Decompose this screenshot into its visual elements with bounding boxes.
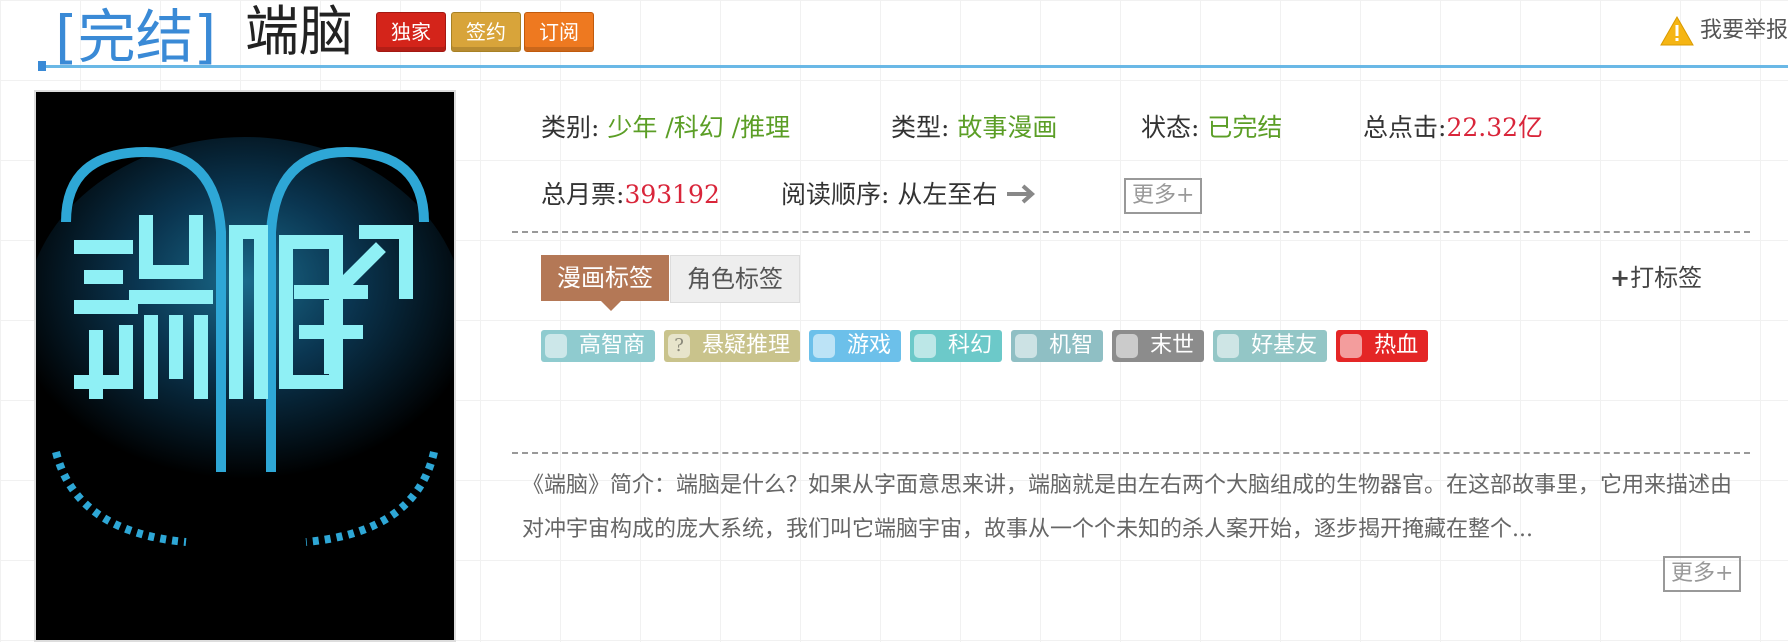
category-row: 类别: 少年 /科幻 /推理: [541, 108, 790, 144]
category-label: 类别:: [541, 113, 600, 142]
report-link[interactable]: 我要举报: [1660, 12, 1788, 46]
status-value: 已完结: [1207, 113, 1283, 142]
completion-status-label: [完结]: [55, 3, 217, 71]
total-clicks-label: 总点击:: [1363, 113, 1447, 142]
tag-game[interactable]: 游戏: [809, 330, 902, 362]
category-value[interactable]: 少年 /科幻 /推理: [607, 113, 790, 142]
add-tag-button[interactable]: +打标签: [1610, 258, 1702, 293]
atom-icon: [914, 334, 937, 358]
status-label: 状态:: [1141, 113, 1200, 142]
tag-list: 高智商 ? 悬疑推理 游戏 科幻 机智 末世 好基友 热血: [541, 330, 1429, 362]
gamepad-icon: [813, 334, 836, 358]
cover-image[interactable]: [34, 90, 456, 642]
total-clicks-row: 总点击:22.32亿: [1363, 108, 1543, 144]
explosion-icon: [1116, 334, 1139, 358]
plus-icon: +: [1610, 263, 1631, 292]
reading-order-label: 阅读顺序:: [781, 180, 890, 209]
tag-mystery[interactable]: ? 悬疑推理: [664, 330, 801, 362]
blood-drop-icon: [1340, 334, 1363, 358]
tag-label: 悬疑推理: [702, 333, 791, 358]
tag-label: 热血: [1374, 333, 1419, 358]
info-more-button[interactable]: 更多+: [1124, 178, 1203, 214]
tag-scifi[interactable]: 科幻: [910, 330, 1003, 362]
header-divider: [38, 61, 1788, 71]
tag-high-iq[interactable]: 高智商: [541, 330, 656, 362]
add-tag-label: 打标签: [1630, 264, 1703, 292]
synopsis-more-button[interactable]: 更多+: [1663, 556, 1742, 592]
report-label: 我要举报: [1699, 18, 1788, 43]
synopsis-text: 《端脑》简介：端脑是什么？如果从字面意思来讲，端脑就是由左右两个大脑组成的生物器…: [522, 473, 1733, 542]
status-row: 状态: 已完结: [1141, 108, 1282, 144]
info-more-row: 更多+: [1124, 178, 1203, 214]
friends-icon: [1217, 334, 1240, 358]
tag-label: 好基友: [1251, 333, 1318, 358]
warning-icon: [1660, 15, 1694, 46]
reading-order-row: 阅读顺序: 从左至右: [781, 175, 1037, 212]
subscribe-badge[interactable]: 订阅: [524, 12, 594, 52]
dashed-divider-bottom: [512, 452, 1750, 454]
head-icon: [1015, 334, 1038, 358]
brain-icon: [545, 334, 567, 358]
type-row: 类型: 故事漫画: [891, 108, 1057, 144]
tag-label: 科幻: [948, 333, 993, 358]
arrow-right-icon: [1005, 182, 1037, 212]
reading-order-value: 从左至右: [897, 180, 998, 209]
tag-bromance[interactable]: 好基友: [1213, 330, 1328, 362]
tag-label: 游戏: [847, 333, 892, 358]
monthly-tickets-label: 总月票:: [541, 180, 625, 209]
tag-clever[interactable]: 机智: [1011, 330, 1104, 362]
dashed-divider-top: [512, 231, 1750, 233]
monthly-tickets-value: 393192: [624, 180, 720, 209]
tag-apocalypse[interactable]: 末世: [1112, 330, 1205, 362]
comic-title: 端脑: [245, 0, 353, 63]
tab-comic-tags[interactable]: 漫画标签: [541, 255, 669, 311]
tag-label: 末世: [1150, 333, 1195, 358]
tag-hot-blooded[interactable]: 热血: [1336, 330, 1429, 362]
exclusive-badge: 独家: [376, 12, 446, 52]
monthly-tickets-row: 总月票:393192: [541, 175, 720, 211]
signed-badge: 签约: [451, 12, 521, 52]
total-clicks-value: 22.32亿: [1446, 113, 1544, 142]
tab-character-tags[interactable]: 角色标签: [670, 255, 800, 303]
tag-label: 机智: [1049, 333, 1094, 358]
tag-label: 高智商: [579, 333, 646, 358]
type-label: 类型:: [891, 113, 950, 142]
question-icon: ?: [668, 334, 691, 358]
type-value[interactable]: 故事漫画: [957, 113, 1057, 142]
